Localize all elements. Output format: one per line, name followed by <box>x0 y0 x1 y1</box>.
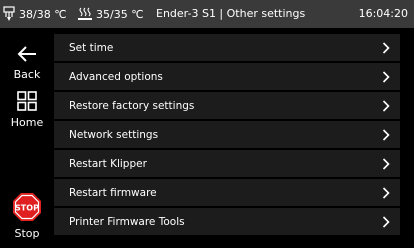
menu-item-label: Set time <box>69 41 114 54</box>
back-label: Back <box>13 68 41 81</box>
status-bar: 38/38 ℃ 35/35 ℃ Ender-3 S1 | Other setti… <box>0 0 414 28</box>
menu-item-printer-firmware-tools[interactable]: Printer Firmware Tools <box>54 208 400 235</box>
emergency-stop-button[interactable]: STOP Stop <box>0 192 54 240</box>
menu-item-label: Restart Klipper <box>69 157 147 170</box>
chevron-right-icon <box>382 157 390 170</box>
menu-item-label: Network settings <box>69 128 159 141</box>
menu-item-restart-firmware[interactable]: Restart firmware <box>54 179 400 206</box>
heated-bed-icon <box>77 6 93 22</box>
chevron-right-icon <box>382 128 390 141</box>
chevron-right-icon <box>382 70 390 83</box>
menu-item-restart-klipper[interactable]: Restart Klipper <box>54 150 400 177</box>
menu-item-label: Advanced options <box>69 70 163 83</box>
stop-sign-icon: STOP <box>12 192 42 225</box>
page-title: Ender-3 S1 | Other settings <box>156 7 306 20</box>
chevron-right-icon <box>382 99 390 112</box>
back-button[interactable]: Back <box>0 45 54 81</box>
grid-icon <box>17 91 37 114</box>
bed-temp-value: 35/35 ℃ <box>96 7 144 21</box>
menu-item-advanced-options[interactable]: Advanced options <box>54 63 400 90</box>
chevron-right-icon <box>382 41 390 54</box>
menu-item-set-time[interactable]: Set time <box>54 34 400 61</box>
stop-sign-text: STOP <box>15 204 39 213</box>
chevron-right-icon <box>382 186 390 199</box>
bed-temperature: 35/35 ℃ <box>77 0 144 28</box>
settings-menu: Set time Advanced options Restore factor… <box>54 28 414 248</box>
sidebar: Back Home STOP Stop <box>0 28 54 248</box>
arrow-left-icon <box>16 45 38 66</box>
menu-item-label: Printer Firmware Tools <box>69 215 185 228</box>
menu-item-label: Restore factory settings <box>69 99 195 112</box>
home-button[interactable]: Home <box>0 91 54 129</box>
chevron-right-icon <box>382 215 390 228</box>
home-label: Home <box>10 116 44 129</box>
extruder-temp-value: 38/38 ℃ <box>19 7 67 21</box>
menu-item-label: Restart firmware <box>69 186 157 199</box>
menu-item-network-settings[interactable]: Network settings <box>54 121 400 148</box>
clock: 16:04:20 <box>358 7 408 20</box>
extruder-temperature: 38/38 ℃ <box>2 0 67 28</box>
nozzle-icon <box>2 6 16 22</box>
menu-item-restore-factory-settings[interactable]: Restore factory settings <box>54 92 400 119</box>
stop-label: Stop <box>14 227 40 240</box>
